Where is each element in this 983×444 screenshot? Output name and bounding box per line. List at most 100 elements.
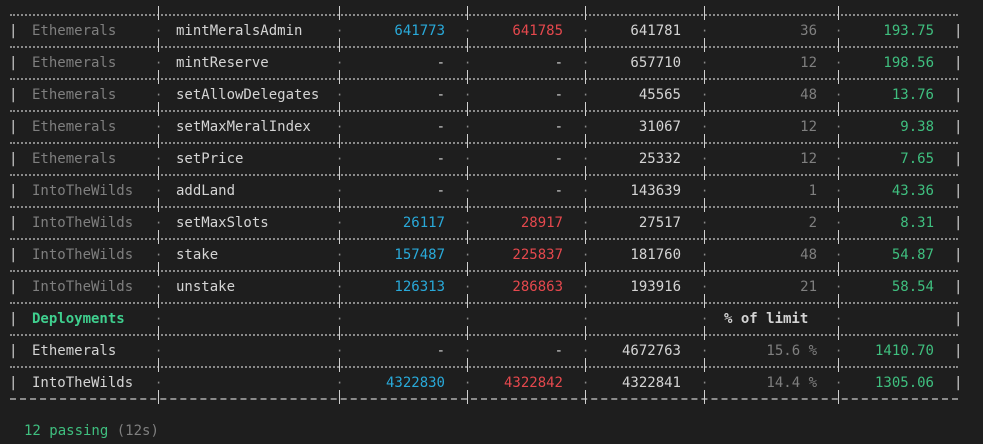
usd-cost: 7.65 — [900, 151, 934, 167]
call-count: 12 — [800, 119, 817, 135]
column-divider-dot: · — [835, 312, 843, 326]
row-border-right: | — [954, 23, 963, 39]
max-gas: 641785 — [512, 23, 563, 39]
avg-gas: 31067 — [638, 119, 681, 135]
avg-gas: 25332 — [638, 151, 681, 167]
min-gas: - — [436, 119, 445, 135]
table-row: | | · · · · · · IntoTheWilds stake 157487 225837 181… — [0, 245, 983, 265]
column-divider-dot: · — [582, 152, 590, 166]
contract-name: Ethemerals — [32, 23, 117, 39]
column-divider-dot: · — [701, 88, 709, 102]
max-gas: - — [554, 119, 563, 135]
column-divider-dot: · — [701, 152, 709, 166]
deployment-name: Ethemerals — [32, 343, 117, 359]
deployments-header-row: | | · · · · · · Deployments % of limit — [0, 309, 983, 329]
table-separator — [10, 206, 958, 208]
row-border-left: | — [9, 119, 18, 135]
column-divider-dot: · — [701, 344, 709, 358]
column-divider-dot: · — [464, 152, 472, 166]
test-duration: (12s) — [116, 423, 159, 439]
row-border-left: | — [9, 311, 18, 327]
column-divider-dot: · — [464, 88, 472, 102]
column-divider-dot: · — [835, 88, 843, 102]
column-divider-dot: · — [155, 120, 163, 134]
column-divider-dot: · — [464, 216, 472, 230]
column-divider-dot: · — [464, 56, 472, 70]
column-divider-dot: · — [701, 56, 709, 70]
column-divider-dot: · — [464, 280, 472, 294]
max-gas: - — [554, 183, 563, 199]
usd-cost: 54.87 — [891, 247, 934, 263]
column-divider-dot: · — [582, 184, 590, 198]
column-divider-dot: · — [701, 248, 709, 262]
column-divider-dot: · — [336, 280, 344, 294]
column-divider-dot: · — [582, 56, 590, 70]
row-border-right: | — [954, 55, 963, 71]
table-row: | | · · · · · · Ethemerals setPrice - - 25332 12 7.65 — [0, 149, 983, 169]
table-separator — [10, 174, 958, 176]
percent-of-limit: 15.6 % — [766, 343, 817, 359]
max-gas: - — [554, 55, 563, 71]
column-divider-dot: · — [336, 88, 344, 102]
row-border-right: | — [954, 183, 963, 199]
column-divider-dot: · — [155, 56, 163, 70]
gas-reporter-terminal: | | · · · · · · Ethemerals mintMeralsAdmin 641773 6… — [0, 0, 983, 444]
call-count: 36 — [800, 23, 817, 39]
table-separator — [10, 46, 958, 48]
column-divider-dot: · — [336, 344, 344, 358]
column-junction — [339, 6, 340, 20]
column-junction — [467, 6, 468, 20]
row-border-left: | — [9, 87, 18, 103]
avg-gas: 193916 — [630, 279, 681, 295]
row-border-left: | — [9, 215, 18, 231]
call-count: 48 — [800, 87, 817, 103]
table-separator — [10, 78, 958, 80]
deployment-row: | | · · · · · · Ethemerals - - 4672763 15.6 % 1410.70 — [0, 341, 983, 361]
column-divider-dot: · — [582, 344, 590, 358]
max-gas: - — [554, 151, 563, 167]
row-border-right: | — [954, 343, 963, 359]
column-divider-dot: · — [701, 216, 709, 230]
row-border-right: | — [954, 151, 963, 167]
column-divider-dot: · — [464, 344, 472, 358]
call-count: 2 — [808, 215, 817, 231]
min-gas: 26117 — [402, 215, 445, 231]
call-count: 1 — [808, 183, 817, 199]
avg-gas: 27517 — [638, 215, 681, 231]
contract-name: Ethemerals — [32, 87, 117, 103]
call-count: 12 — [800, 151, 817, 167]
column-divider-dot: · — [835, 56, 843, 70]
row-border-right: | — [954, 375, 963, 391]
table-row: | | · · · · · · Ethemerals mintReserve - - 657710 12 1… — [0, 53, 983, 73]
avg-gas: 657710 — [630, 55, 681, 71]
column-divider-dot: · — [835, 24, 843, 38]
column-divider-dot: · — [155, 312, 163, 326]
column-divider-dot: · — [582, 120, 590, 134]
method-name: stake — [176, 247, 219, 263]
column-divider-dot: · — [582, 248, 590, 262]
table-separator — [10, 366, 958, 368]
column-divider-dot: · — [336, 56, 344, 70]
deployment-name: IntoTheWilds — [32, 375, 134, 391]
contract-name: IntoTheWilds — [32, 247, 134, 263]
column-divider-dot: · — [336, 312, 344, 326]
usd-cost: 13.76 — [891, 87, 934, 103]
min-gas: - — [436, 55, 445, 71]
passing-count: 12 passing — [24, 423, 109, 439]
contract-name: IntoTheWilds — [32, 279, 134, 295]
max-gas: 4322842 — [503, 375, 563, 391]
column-divider-dot: · — [464, 184, 472, 198]
column-divider-dot: · — [701, 376, 709, 390]
avg-gas: 45565 — [638, 87, 681, 103]
table-separator — [10, 398, 958, 400]
usd-cost: 9.38 — [900, 119, 934, 135]
call-count: 12 — [800, 55, 817, 71]
column-divider-dot: · — [582, 376, 590, 390]
row-border-left: | — [9, 23, 18, 39]
table-row: | | · · · · · · IntoTheWilds setMaxSlots 26117 2891… — [0, 213, 983, 233]
column-divider-dot: · — [336, 24, 344, 38]
contract-name: Ethemerals — [32, 55, 117, 71]
table-separator — [10, 302, 958, 304]
column-divider-dot: · — [582, 88, 590, 102]
column-divider-dot: · — [336, 248, 344, 262]
